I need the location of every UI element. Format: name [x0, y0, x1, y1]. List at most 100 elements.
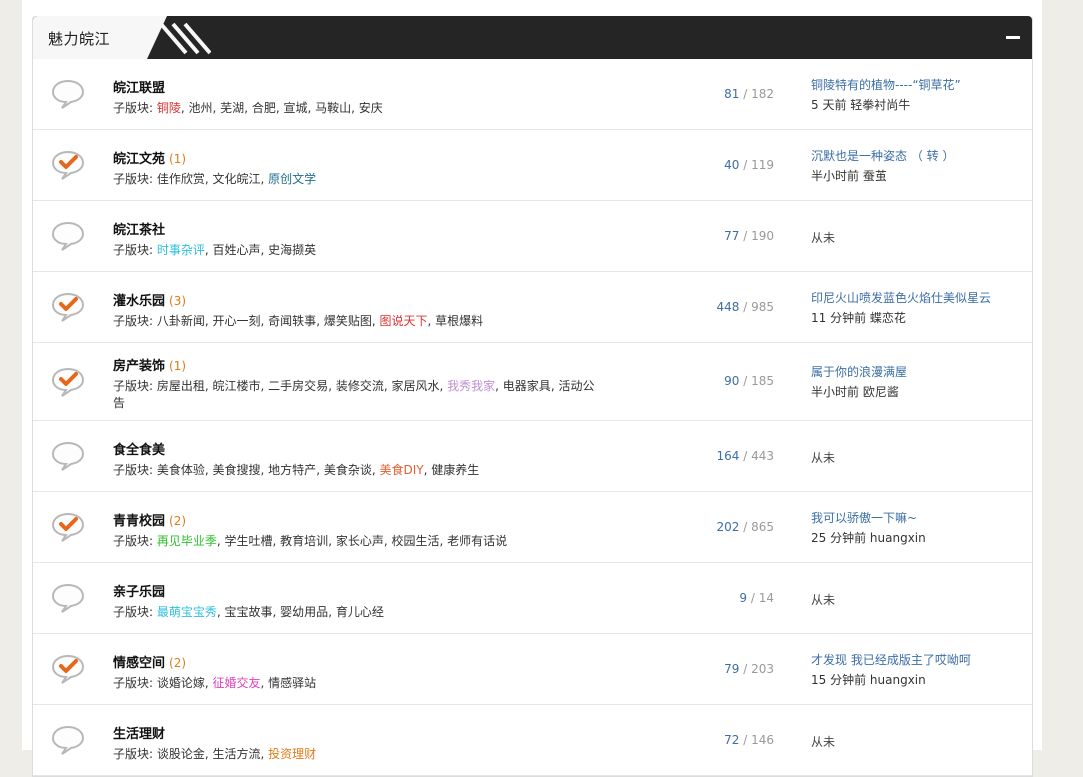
- subforum-link[interactable]: 教育培训: [280, 534, 328, 548]
- subforum-link[interactable]: 学生吐槽: [225, 534, 273, 548]
- subforum-link[interactable]: 婴幼用品: [280, 605, 328, 619]
- subforum-link[interactable]: 原创文学: [268, 172, 316, 186]
- subforum-link[interactable]: 佳作欣赏: [157, 172, 205, 186]
- subforum-link[interactable]: 装修交流: [336, 379, 384, 393]
- section-header: 魅力皖江: [33, 16, 1032, 59]
- last-post-title-link[interactable]: 我可以骄傲一下嘛~: [811, 509, 926, 526]
- subforum-link[interactable]: 史海撷英: [268, 243, 316, 257]
- subforum-link[interactable]: 八卦新闻: [157, 314, 205, 328]
- last-post-user-link[interactable]: 蚕茧: [863, 169, 887, 183]
- subforum-prefix: 子版块:: [113, 101, 157, 115]
- forum-name-link[interactable]: 情感空间: [113, 656, 165, 671]
- subforum-list: 子版块: 八卦新闻, 开心一刻, 奇闻轶事, 爆笑贴图, 图说天下, 草根爆料: [113, 313, 603, 330]
- subforum-link[interactable]: 马鞍山: [315, 101, 351, 115]
- post-count: 190: [751, 228, 774, 243]
- subforum-link[interactable]: 谈婚论嫁: [157, 676, 205, 690]
- forum-name-link[interactable]: 房产装饰: [113, 359, 165, 374]
- subforum-link[interactable]: 宝宝故事: [225, 605, 273, 619]
- subforum-link[interactable]: 投资理财: [268, 747, 316, 761]
- subforum-link[interactable]: 房屋出租: [157, 379, 205, 393]
- forum-info: 食全食美 子版块: 美食体验, 美食搜搜, 地方特产, 美食杂谈, 美食DIY, …: [113, 439, 603, 479]
- last-post-user-link[interactable]: 蝶恋花: [870, 311, 906, 325]
- last-post-meta: 5 天前 轻拳衬尚牛: [811, 96, 961, 113]
- stats-separator: /: [739, 661, 752, 676]
- subforum-separator: ,: [307, 101, 316, 115]
- subforum-link[interactable]: 二手房交易: [268, 379, 328, 393]
- section-title[interactable]: 魅力皖江: [48, 28, 110, 49]
- subforum-link[interactable]: 铜陵: [157, 101, 181, 115]
- forum-name-link[interactable]: 灌水乐园: [113, 294, 165, 309]
- subforum-link[interactable]: 我秀我家: [447, 379, 495, 393]
- subforum-link[interactable]: 文化皖江: [213, 172, 261, 186]
- subforum-link[interactable]: 地方特产: [268, 463, 316, 477]
- subforum-link[interactable]: 家居风水: [391, 379, 439, 393]
- subforum-separator: ,: [204, 172, 213, 186]
- subforum-link[interactable]: 爆笑贴图: [324, 314, 372, 328]
- forum-name-link[interactable]: 亲子乐园: [113, 585, 165, 600]
- forum-row: 灌水乐园 (3) 子版块: 八卦新闻, 开心一刻, 奇闻轶事, 爆笑贴图, 图说天下…: [33, 272, 1032, 343]
- subforum-link[interactable]: 最萌宝宝秀: [157, 605, 217, 619]
- last-post-user-link[interactable]: huangxin: [870, 673, 926, 687]
- last-post-user-link[interactable]: 欧尼酱: [863, 385, 899, 399]
- new-post-count: (3): [169, 294, 187, 308]
- last-post-title-link[interactable]: 才发现 我已经成版主了哎呦呵: [811, 651, 971, 668]
- subforum-link[interactable]: 开心一刻: [213, 314, 261, 328]
- forum-stats: 77 / 190: [724, 229, 774, 243]
- forum-row: 亲子乐园 子版块: 最萌宝宝秀, 宝宝故事, 婴幼用品, 育儿心经 9 / 14 从未: [33, 563, 1032, 634]
- subforum-link[interactable]: 美食DIY: [379, 463, 423, 477]
- last-post: 才发现 我已经成版主了哎呦呵 15 分钟前 huangxin: [811, 651, 971, 688]
- subforum-link[interactable]: 时事杂评: [157, 243, 205, 257]
- subforum-link[interactable]: 池州: [189, 101, 213, 115]
- forum-name-link[interactable]: 皖江茶社: [113, 223, 165, 238]
- subforum-link[interactable]: 美食体验: [157, 463, 205, 477]
- forum-stats: 72 / 146: [724, 733, 774, 747]
- subforum-link[interactable]: 情感驿站: [268, 676, 316, 690]
- forum-name-link[interactable]: 皖江联盟: [113, 81, 165, 96]
- subforum-link[interactable]: 校园生活: [391, 534, 439, 548]
- subforum-link[interactable]: 美食搜搜: [213, 463, 261, 477]
- subforum-link[interactable]: 家长心声: [336, 534, 384, 548]
- subforum-link[interactable]: 百姓心声: [213, 243, 261, 257]
- subforum-separator: ,: [439, 379, 448, 393]
- last-post-title-link[interactable]: 铜陵特有的植物----“铜草花”: [811, 76, 961, 93]
- collapse-toggle-button[interactable]: [1005, 29, 1021, 45]
- last-post-title-link[interactable]: 属于你的浪漫满屋: [811, 363, 907, 380]
- forum-section: 魅力皖江 皖江联盟子版块: 铜陵, 池州, 芜湖, 合肥, 宣城, 马鞍山, 安…: [32, 16, 1033, 777]
- last-post-user-link[interactable]: 轻拳衬尚牛: [850, 98, 910, 112]
- subforum-link[interactable]: 皖江楼市: [213, 379, 261, 393]
- subforum-link[interactable]: 草根爆料: [435, 314, 483, 328]
- post-count: 182: [751, 86, 774, 101]
- subforum-link[interactable]: 芜湖: [220, 101, 244, 115]
- subforum-link[interactable]: 再见毕业季: [157, 534, 217, 548]
- subforum-link[interactable]: 育儿心经: [336, 605, 384, 619]
- subforum-link[interactable]: 生活方流: [213, 747, 261, 761]
- forum-name-link[interactable]: 生活理财: [113, 727, 165, 742]
- last-post-user-link[interactable]: huangxin: [870, 531, 926, 545]
- last-post-title-link[interactable]: 印尼火山喷发蓝色火焰仕美似星云: [811, 289, 991, 306]
- forum-info: 青青校园 (2) 子版块: 再见毕业季, 学生吐槽, 教育培训, 家长心声, 校园生…: [113, 510, 603, 550]
- subforum-separator: ,: [204, 676, 213, 690]
- forum-name-link[interactable]: 青青校园: [113, 514, 165, 529]
- subforum-link[interactable]: 谈股论金: [157, 747, 205, 761]
- subforum-link[interactable]: 宣城: [283, 101, 307, 115]
- subforum-separator: ,: [244, 101, 252, 115]
- subforum-link[interactable]: 图说天下: [379, 314, 427, 328]
- subforum-link[interactable]: 奇闻轶事: [268, 314, 316, 328]
- post-count: 865: [751, 519, 774, 534]
- subforum-link[interactable]: 合肥: [252, 101, 276, 115]
- subforum-link[interactable]: 征婚交友: [213, 676, 261, 690]
- forum-name-link[interactable]: 皖江文苑: [113, 152, 165, 167]
- subforum-prefix: 子版块:: [113, 534, 157, 548]
- subforum-link[interactable]: 美食杂谈: [324, 463, 372, 477]
- last-post: 从未: [811, 229, 835, 246]
- forum-name-link[interactable]: 食全食美: [113, 443, 165, 458]
- subforum-link[interactable]: 电器家具: [503, 379, 551, 393]
- subforum-link[interactable]: 健康养生: [431, 463, 479, 477]
- last-post: 从未: [811, 733, 835, 750]
- last-post-title-link[interactable]: 沉默也是一种姿态 （ 转 ）: [811, 147, 954, 164]
- subforum-link[interactable]: 安庆: [359, 101, 383, 115]
- subforum-link[interactable]: 老师有话说: [447, 534, 507, 548]
- last-post: 沉默也是一种姿态 （ 转 ） 半小时前 蚕茧: [811, 147, 954, 184]
- subforum-separator: ,: [316, 463, 324, 477]
- stats-separator: /: [739, 374, 752, 388]
